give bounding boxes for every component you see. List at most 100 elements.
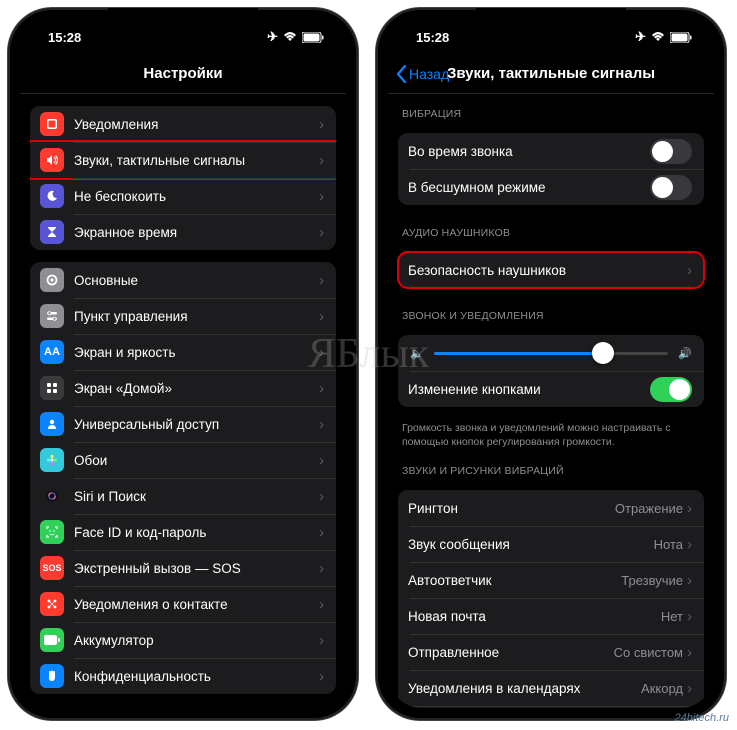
row-change-with-buttons[interactable]: Изменение кнопками — [398, 371, 704, 407]
faceid-icon — [40, 520, 64, 544]
grid-icon — [40, 376, 64, 400]
row-label: Экран и яркость — [74, 345, 319, 360]
toggle-change-with-buttons[interactable] — [650, 377, 692, 402]
hand-icon — [40, 664, 64, 688]
battery-icon — [40, 628, 64, 652]
row-headphone-safety[interactable]: Безопасность наушников› — [398, 252, 704, 288]
row-sound-setting[interactable]: ОтправленноеСо свистом› — [398, 634, 704, 670]
row-value: Трезвучие — [621, 573, 683, 588]
chevron-right-icon: › — [319, 560, 324, 577]
chevron-right-icon: › — [319, 524, 324, 541]
notch — [108, 8, 258, 32]
row-label: Уведомления о контакте — [74, 597, 319, 612]
row-label: Основные — [74, 273, 319, 288]
aa-icon: AA — [40, 340, 64, 364]
settings-row[interactable]: Аккумулятор› — [30, 622, 336, 658]
row-label: Конфиденциальность — [74, 669, 319, 684]
screen-left: 15:28 ✈ Настройки Уведомления›Звуки, так… — [20, 20, 346, 708]
chevron-right-icon: › — [687, 644, 692, 661]
row-sound-setting[interactable]: Новая почтаНет› — [398, 598, 704, 634]
settings-row[interactable]: Уведомления о контакте› — [30, 586, 336, 622]
settings-row[interactable]: Siri и Поиск› — [30, 478, 336, 514]
volume-high-icon: 🔊 — [678, 347, 692, 360]
row-sound-setting[interactable]: УведомленияАккорд› — [398, 706, 704, 708]
page-title: Настройки — [143, 65, 222, 82]
status-time: 15:28 — [416, 30, 449, 45]
row-sound-setting[interactable]: Уведомления в календаряхАккорд› — [398, 670, 704, 706]
hourglass-icon — [40, 220, 64, 244]
row-label: Уведомления — [74, 117, 319, 132]
chevron-right-icon: › — [319, 224, 324, 241]
back-label: Назад — [409, 66, 449, 82]
source-brand: 24hitech.ru — [675, 712, 729, 724]
chevron-right-icon: › — [319, 188, 324, 205]
sound-icon — [40, 148, 64, 172]
screen-right: 15:28 ✈ Назад Звуки, тактильные сигналы … — [388, 20, 714, 708]
scroll-area[interactable]: Уведомления›Звуки, тактильные сигналы›Не… — [20, 94, 346, 708]
row-label: Автоответчик — [408, 573, 621, 588]
chevron-right-icon: › — [319, 452, 324, 469]
siri-icon — [40, 484, 64, 508]
settings-group-0: Уведомления›Звуки, тактильные сигналы›Не… — [30, 106, 336, 250]
row-label: Экранное время — [74, 225, 319, 240]
settings-row[interactable]: SOSЭкстренный вызов — SOS› — [30, 550, 336, 586]
settings-row[interactable]: Основные› — [30, 262, 336, 298]
chevron-right-icon: › — [319, 488, 324, 505]
page-title: Звуки, тактильные сигналы — [447, 65, 655, 82]
status-time: 15:28 — [48, 30, 81, 45]
settings-row[interactable]: Универсальный доступ› — [30, 406, 336, 442]
settings-row[interactable]: Face ID и код-пароль› — [30, 514, 336, 550]
battery-icon — [302, 32, 324, 43]
row-label: Рингтон — [408, 501, 615, 516]
row-label: Экран «Домой» — [74, 381, 319, 396]
slider-knob[interactable] — [592, 342, 614, 364]
row-label: Аккумулятор — [74, 633, 319, 648]
row-label: Безопасность наушников — [408, 263, 687, 278]
notch — [476, 8, 626, 32]
settings-row[interactable]: Экран «Домой»› — [30, 370, 336, 406]
row-value: Нота — [654, 537, 683, 552]
row-sound-setting[interactable]: РингтонОтражение› — [398, 490, 704, 526]
volume-low-icon: 🔈 — [410, 347, 424, 360]
volume-slider-row[interactable]: 🔈 🔊 — [398, 335, 704, 371]
toggle[interactable] — [650, 139, 692, 164]
row-label: Во время звонка — [408, 144, 650, 159]
settings-row[interactable]: Экранное время› — [30, 214, 336, 250]
group-headphone-audio: Безопасность наушников› — [398, 252, 704, 288]
row-label: Face ID и код-пароль — [74, 525, 319, 540]
toggle[interactable] — [650, 175, 692, 200]
nav-bar: Назад Звуки, тактильные сигналы — [388, 54, 714, 94]
settings-row[interactable]: Обои› — [30, 442, 336, 478]
moon-icon — [40, 184, 64, 208]
settings-row[interactable]: Пункт управления› — [30, 298, 336, 334]
volume-slider[interactable] — [434, 352, 669, 355]
chevron-right-icon: › — [319, 272, 324, 289]
row-value: Аккорд — [641, 681, 683, 696]
row-label: Изменение кнопками — [408, 382, 650, 397]
settings-row[interactable]: AA Экран и яркость› — [30, 334, 336, 370]
row-sound-setting[interactable]: АвтоответчикТрезвучие› — [398, 562, 704, 598]
section-footer-ringer: Громкость звонка и уведомлений можно нас… — [388, 415, 714, 451]
row-toggle[interactable]: Во время звонка — [398, 133, 704, 169]
row-label: Новая почта — [408, 609, 661, 624]
settings-row[interactable]: Уведомления› — [30, 106, 336, 142]
back-button[interactable]: Назад — [396, 65, 449, 83]
settings-row[interactable]: Звуки, тактильные сигналы› — [30, 142, 336, 178]
row-sound-setting[interactable]: Звук сообщенияНота› — [398, 526, 704, 562]
chevron-right-icon: › — [319, 344, 324, 361]
airplane-icon: ✈ — [635, 29, 646, 45]
settings-row[interactable]: Не беспокоить› — [30, 178, 336, 214]
row-label: Экстренный вызов — SOS — [74, 561, 319, 576]
chevron-right-icon: › — [687, 680, 692, 697]
row-toggle[interactable]: В бесшумном режиме — [398, 169, 704, 205]
settings-row[interactable]: Конфиденциальность› — [30, 658, 336, 694]
chevron-right-icon: › — [319, 668, 324, 685]
phone-left: 15:28 ✈ Настройки Уведомления›Звуки, так… — [8, 8, 358, 720]
section-header-headphones: АУДИО НАУШНИКОВ — [388, 213, 714, 244]
chevron-right-icon: › — [687, 500, 692, 517]
chevron-right-icon: › — [319, 116, 324, 133]
group-vibration: Во время звонка В бесшумном режиме — [398, 133, 704, 205]
status-icons: ✈ — [635, 29, 692, 45]
person-icon — [40, 412, 64, 436]
scroll-area[interactable]: ВИБРАЦИЯ Во время звонкаВ бесшумном режи… — [388, 94, 714, 708]
